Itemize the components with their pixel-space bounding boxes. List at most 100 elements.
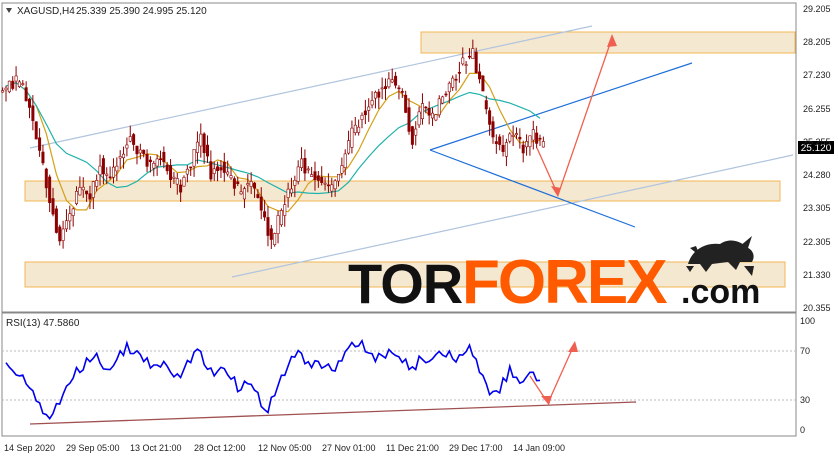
- rsi-tick: 100: [800, 316, 815, 326]
- price-tick: 22.305: [803, 237, 831, 247]
- candle-body: [491, 121, 495, 138]
- candle-body: [478, 71, 482, 80]
- candle-body: [14, 75, 18, 82]
- candle-body: [508, 133, 512, 142]
- symbol-dropdown-icon[interactable]: [6, 8, 12, 13]
- candle-body: [528, 135, 532, 147]
- price-tick: 28.205: [803, 37, 831, 47]
- candle-body: [313, 171, 317, 180]
- candle-body: [300, 158, 304, 168]
- chart-canvas: 25.120 XAGUSD,H4 25.339 25.390 24.995 25…: [1, 2, 834, 453]
- candle-body: [185, 168, 189, 175]
- candle-body: [504, 142, 508, 157]
- candle-body: [360, 114, 364, 120]
- candle-body: [111, 166, 115, 178]
- candle-body: [41, 151, 45, 164]
- rsi-label: RSI(13) 47.5860: [6, 318, 80, 329]
- candle-body: [387, 78, 391, 88]
- candle-body: [259, 196, 263, 211]
- candle-body: [353, 124, 357, 133]
- candle-body: [216, 166, 220, 172]
- candle-body: [410, 126, 414, 145]
- candle-body: [95, 180, 99, 187]
- candle-body: [179, 184, 183, 193]
- candle-body: [434, 114, 438, 121]
- candle-body: [239, 191, 243, 195]
- candle-body: [518, 136, 522, 140]
- candle-body: [142, 149, 146, 154]
- time-axis: 14 Sep 2020 29 Sep 05:00 13 Oct 21:00 28…: [4, 443, 565, 453]
- candle-body: [377, 91, 381, 98]
- time-tick: 14 Sep 2020: [4, 443, 55, 453]
- candle-body: [330, 184, 334, 192]
- candle-body: [501, 144, 505, 152]
- candle-body: [269, 228, 273, 240]
- candle-body: [447, 82, 451, 93]
- candle-body: [293, 179, 297, 186]
- candle-body: [390, 79, 394, 83]
- candle-body: [253, 182, 257, 189]
- candle-body: [152, 163, 156, 169]
- candle-body: [91, 181, 95, 198]
- candle-body: [370, 100, 374, 106]
- candle-body: [155, 158, 159, 167]
- candle-body: [31, 105, 35, 121]
- time-tick: 27 Nov 01:00: [322, 443, 376, 453]
- time-tick: 29 Sep 05:00: [66, 443, 120, 453]
- candle-body: [279, 210, 283, 226]
- candle-body: [242, 188, 246, 200]
- price-tick: 26.255: [803, 104, 831, 114]
- candle-body: [202, 133, 206, 154]
- price-tick: 21.330: [803, 270, 831, 280]
- watermark-forex: FOREX: [462, 248, 667, 317]
- candle-body: [219, 167, 223, 171]
- candle-body: [192, 149, 196, 167]
- candle-body: [417, 111, 421, 126]
- candle-body: [108, 176, 112, 179]
- candle-body: [340, 165, 344, 174]
- candle-body: [380, 87, 384, 90]
- candle-body: [88, 193, 92, 200]
- candle-body: [427, 107, 431, 116]
- candle-body: [320, 176, 324, 183]
- symbol-label: XAGUSD,H4: [17, 6, 75, 17]
- candle-body: [128, 136, 132, 142]
- candle-body: [165, 164, 169, 172]
- candle-body: [54, 208, 58, 233]
- candle-body: [58, 226, 62, 242]
- torforex-watermark: TOR FOREX .com: [348, 236, 760, 317]
- price-tick: 20.355: [803, 303, 831, 313]
- candle-body: [538, 137, 542, 140]
- candle-body: [51, 198, 55, 215]
- candle-body: [118, 156, 122, 159]
- candle-body: [451, 77, 455, 88]
- candle-body: [273, 233, 277, 245]
- candle-body: [494, 141, 498, 145]
- candle-body: [189, 166, 193, 169]
- candle-body: [21, 83, 25, 85]
- candle-body: [474, 51, 478, 73]
- candle-body: [276, 215, 280, 235]
- candle-body: [420, 103, 424, 120]
- candle-body: [363, 110, 367, 116]
- candle-body: [162, 151, 166, 163]
- candle-body: [34, 121, 38, 140]
- support-zone-mid: [24, 180, 781, 202]
- candle-body: [1, 90, 5, 93]
- candle-body: [481, 75, 485, 92]
- candle-body: [85, 190, 89, 195]
- candle-body: [283, 204, 287, 216]
- candle-body: [514, 133, 518, 136]
- candle-body: [394, 75, 398, 86]
- candle-body: [256, 194, 260, 198]
- rsi-tick: 30: [800, 395, 810, 405]
- candle-body: [310, 174, 314, 177]
- candle-body: [148, 159, 152, 163]
- candle-body: [343, 153, 347, 168]
- candle-body: [78, 187, 82, 196]
- time-tick: 14 Jan 09:00: [513, 443, 565, 453]
- candle-body: [535, 132, 539, 144]
- time-tick: 12 Nov 05:00: [258, 443, 312, 453]
- candle-body: [68, 213, 72, 222]
- candle-body: [336, 173, 340, 182]
